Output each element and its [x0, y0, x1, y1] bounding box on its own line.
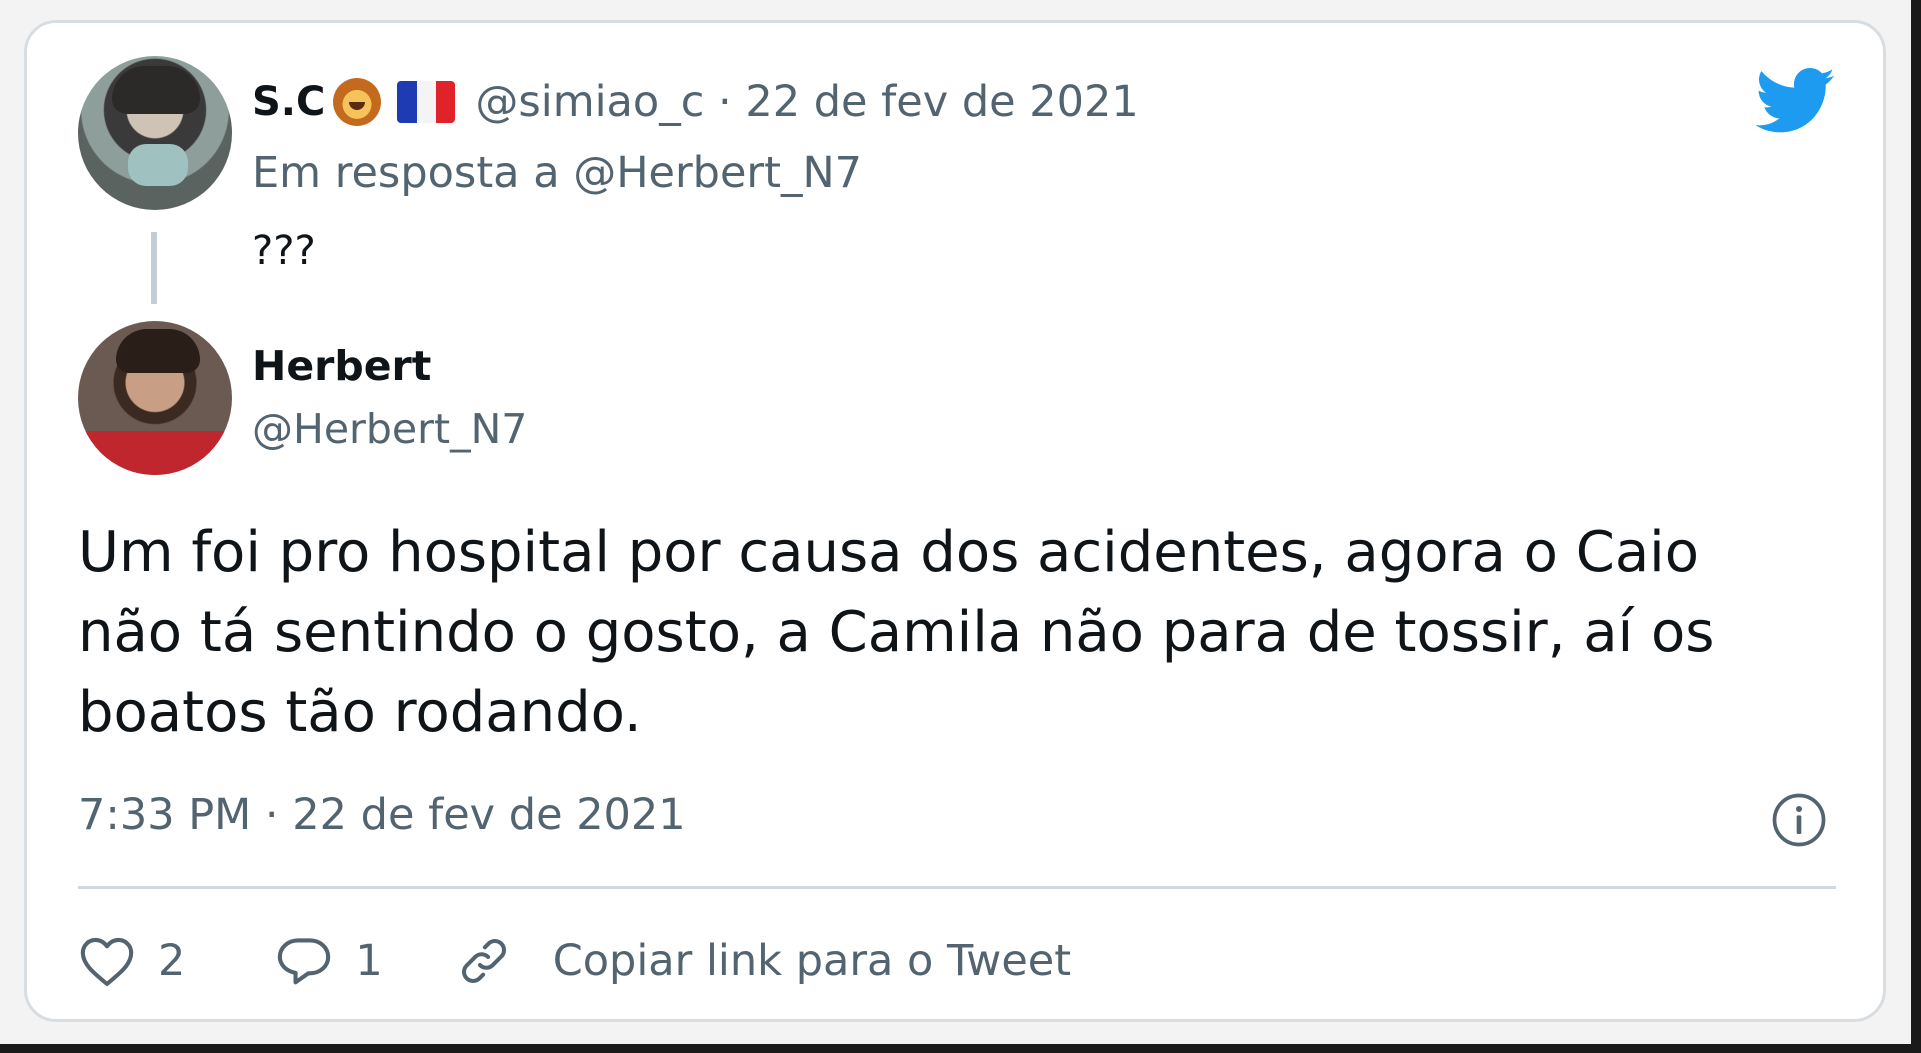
reply-button[interactable]: 1: [275, 934, 383, 988]
tweet-actions-bar: 2 1 Copiar link para o Tweet: [78, 926, 1071, 996]
speech-bubble-icon: [278, 938, 331, 985]
main-author-handle[interactable]: @Herbert_N7: [252, 405, 527, 453]
avatar-shirt: [78, 431, 232, 475]
avatar-herbert[interactable]: [78, 321, 232, 475]
heart-icon: [80, 937, 134, 987]
reply-to-line[interactable]: Em resposta a @Herbert_N7: [252, 148, 862, 198]
info-icon[interactable]: [1771, 792, 1827, 848]
actions-divider: [78, 886, 1836, 889]
reply-author-name[interactable]: S.C: [252, 79, 325, 125]
page: S.C @simiao_c · 22 de fev de 2021 Em res…: [0, 0, 1921, 1053]
screenshot-edge-bottom: [0, 1044, 1921, 1053]
reply-count: 1: [355, 936, 383, 986]
like-button[interactable]: 2: [78, 934, 185, 988]
reply-handle-and-date[interactable]: @simiao_c · 22 de fev de 2021: [475, 77, 1138, 127]
france-flag-icon: [397, 81, 456, 123]
avatar-mask: [128, 144, 188, 186]
reply-tweet-header: S.C @simiao_c · 22 de fev de 2021: [252, 72, 1139, 132]
twitter-bird-icon[interactable]: [1756, 66, 1836, 136]
reply-tweet-text: ???: [252, 228, 316, 274]
avatar-sc[interactable]: [78, 56, 232, 210]
avatar-hair: [112, 66, 200, 114]
like-count: 2: [158, 936, 186, 986]
avatar-hair: [116, 329, 200, 373]
link-icon: [461, 939, 506, 983]
thread-connector-line: [151, 232, 157, 304]
main-tweet-text: Um foi pro hospital por causa dos aciden…: [78, 520, 1715, 745]
copy-link-button[interactable]: Copiar link para o Tweet: [455, 934, 1071, 988]
screenshot-edge-right: [1911, 0, 1921, 1053]
lion-face-emoji-icon: [333, 78, 382, 126]
tweet-timestamp[interactable]: 7:33 PM · 22 de fev de 2021: [78, 790, 686, 840]
main-author-name[interactable]: Herbert: [252, 342, 431, 390]
copy-link-label: Copiar link para o Tweet: [552, 936, 1072, 986]
